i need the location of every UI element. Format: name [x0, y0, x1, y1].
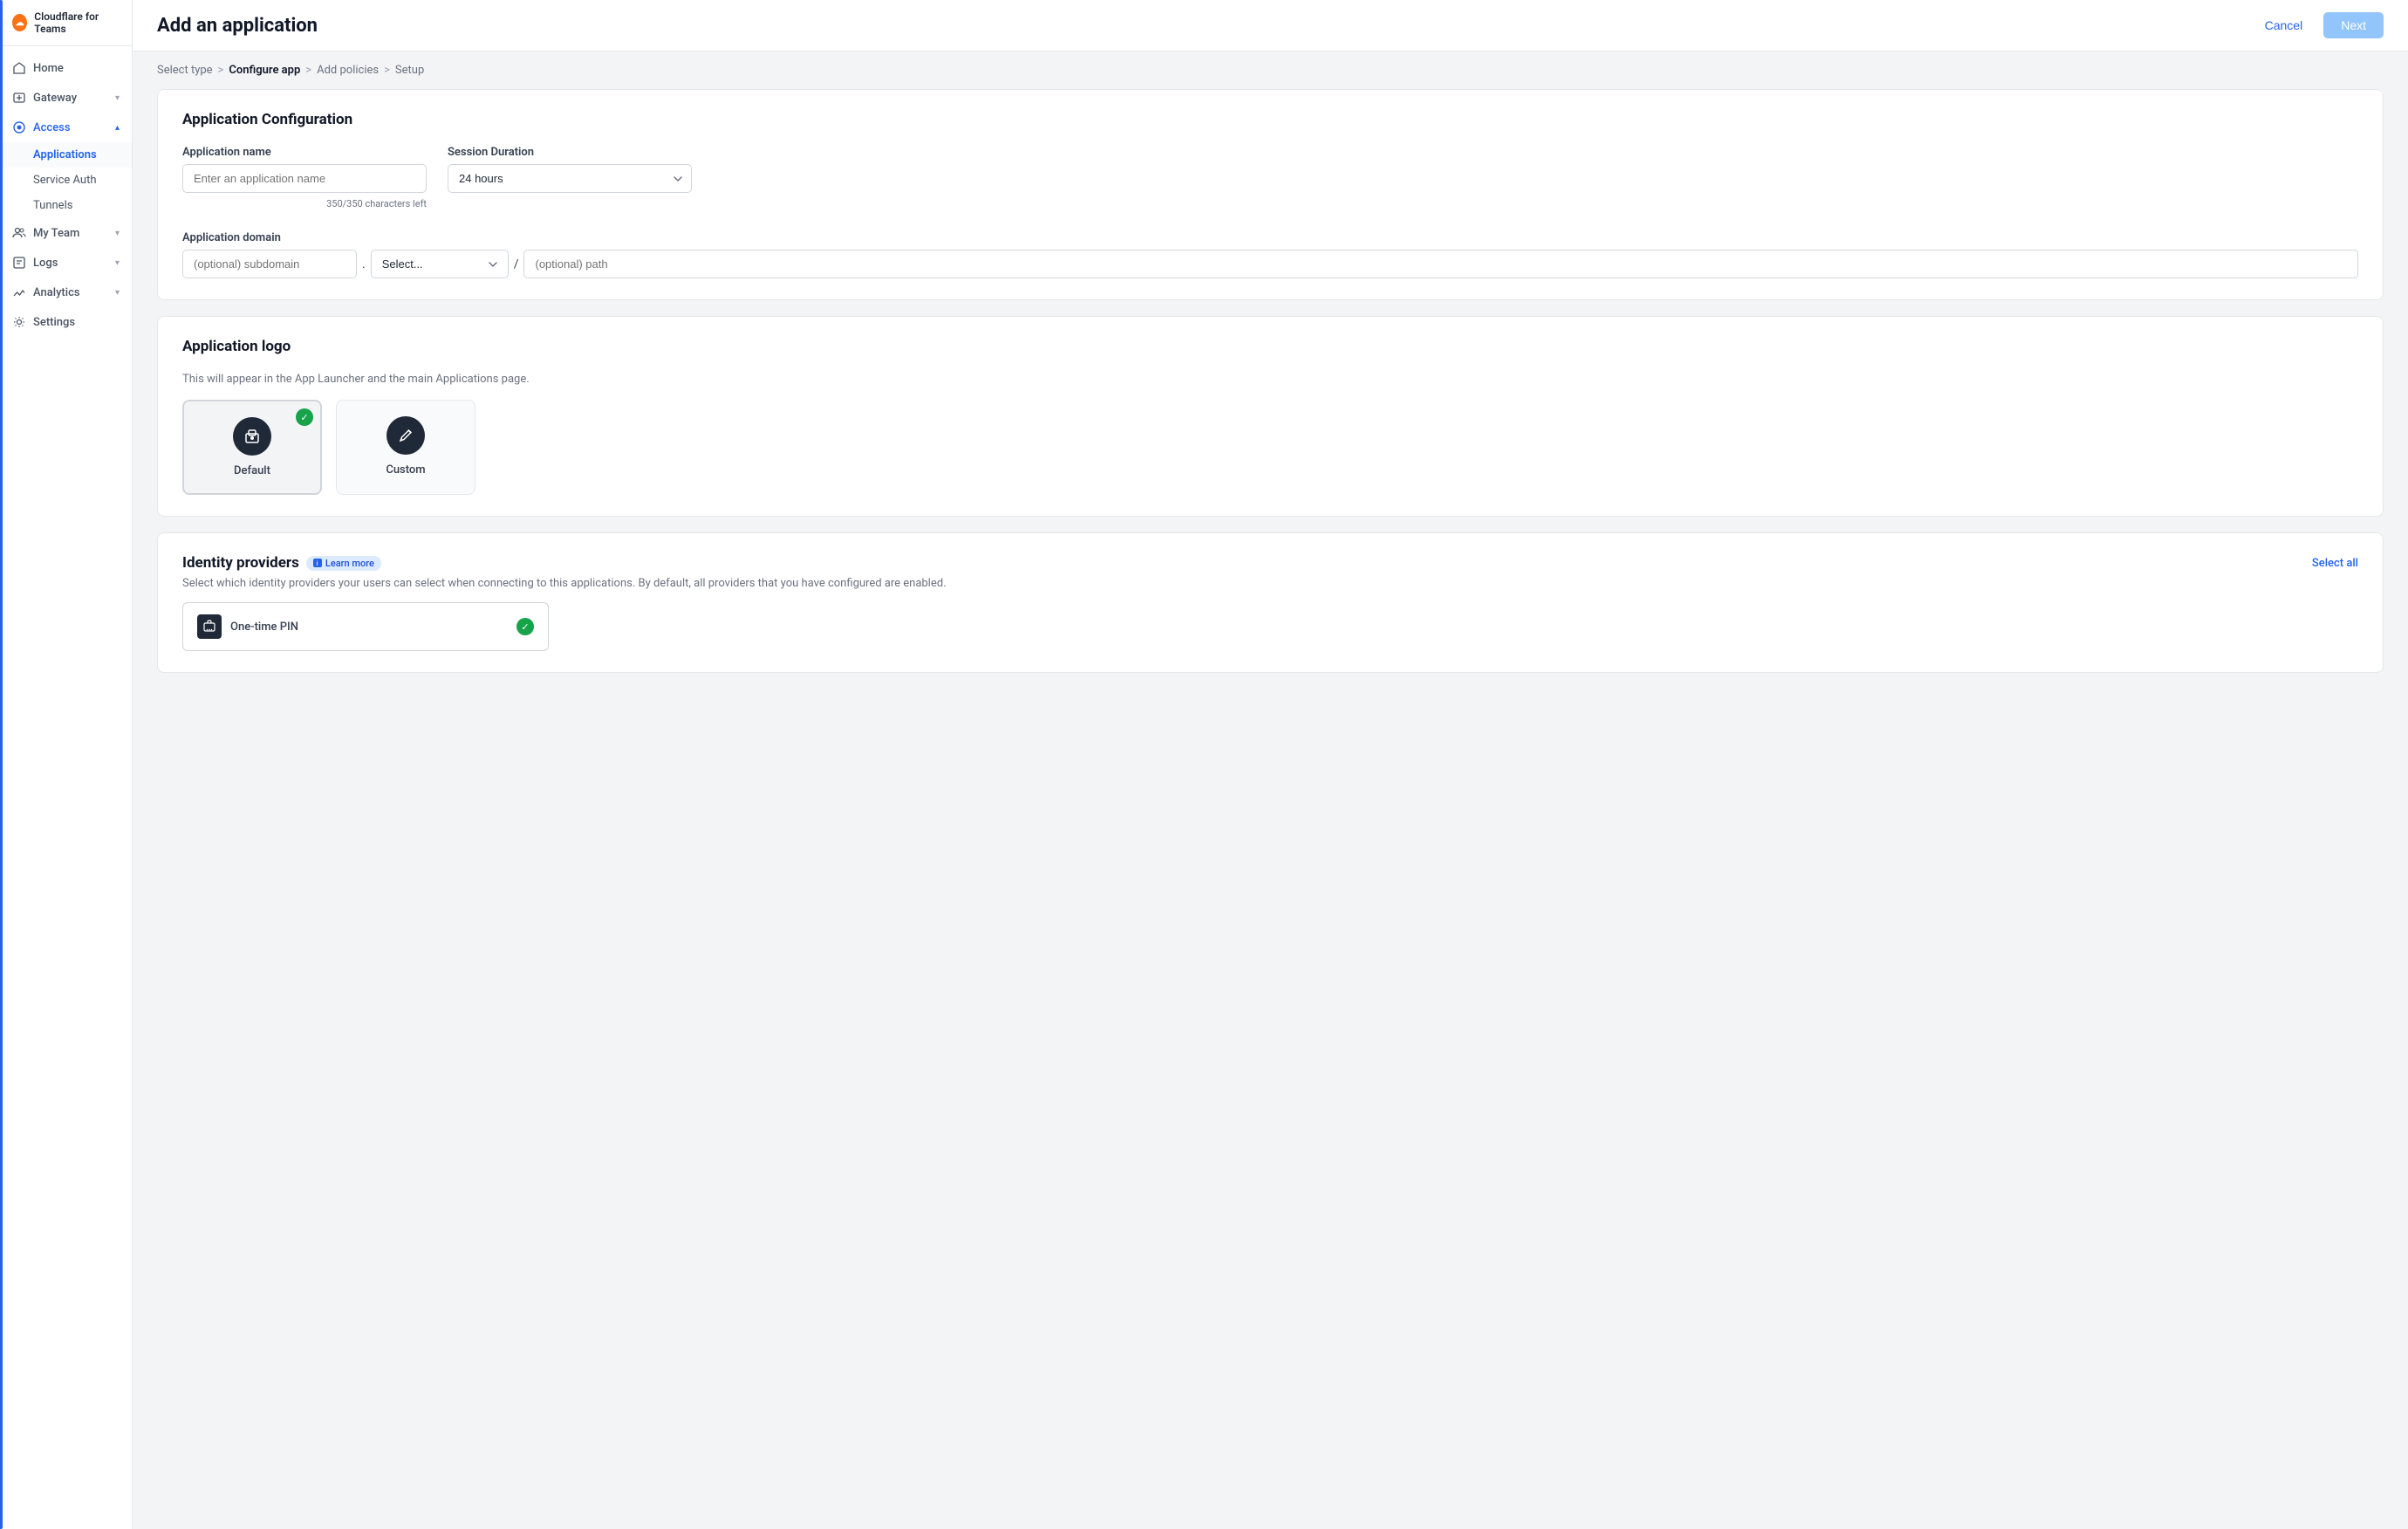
settings-icon	[12, 315, 26, 329]
custom-logo-label: Custom	[386, 463, 425, 477]
sidebar-subitem-service-auth-label: Service Auth	[33, 174, 97, 187]
logs-chevron-icon: ▾	[115, 258, 120, 268]
otp-provider-check: ✓	[516, 618, 534, 635]
breadcrumb-setup: Setup	[395, 64, 424, 77]
app-name-label: Application name	[182, 146, 427, 159]
logo-options: ✓ Default Custom	[182, 400, 2358, 495]
session-label: Session Duration	[448, 146, 692, 159]
char-count: 350/350 characters left	[182, 198, 427, 209]
logo-option-custom[interactable]: Custom	[336, 400, 475, 495]
domain-slash-sep: /	[512, 257, 521, 271]
sidebar-item-gateway[interactable]: Gateway ▾	[0, 83, 132, 113]
app-config-card: Application Configuration Application na…	[157, 89, 2384, 300]
gateway-icon	[12, 91, 26, 105]
sidebar-item-home-label: Home	[33, 62, 64, 75]
config-form-row: Application name 350/350 characters left…	[182, 146, 2358, 209]
sidebar-nav: Home Gateway ▾ Access ▴ Applications Ser…	[0, 46, 132, 344]
sidebar-item-access[interactable]: Access ▴	[0, 113, 132, 142]
domain-row: . Select... /	[182, 250, 2358, 278]
brand-name: Cloudflare for Teams	[34, 10, 120, 35]
domain-select[interactable]: Select...	[379, 250, 501, 278]
page-header: Add an application Cancel Next	[133, 0, 2408, 51]
sidebar-subitem-tunnels[interactable]: Tunnels	[0, 193, 132, 218]
breadcrumb-select-type: Select type	[157, 64, 213, 77]
breadcrumb-add-policies: Add policies	[317, 64, 379, 77]
subdomain-input[interactable]	[182, 250, 357, 278]
app-name-input[interactable]	[182, 164, 427, 193]
session-select[interactable]: 15 minutes 30 minutes 1 hour 6 hours 12 …	[448, 164, 692, 193]
domain-select-wrap: Select...	[371, 250, 509, 278]
sidebar-subitem-applications[interactable]: Applications	[0, 142, 132, 168]
identity-providers-card: Identity providers i Learn more Select a…	[157, 532, 2384, 673]
otp-provider-icon	[197, 614, 222, 639]
sidebar-item-settings[interactable]: Settings	[0, 307, 132, 337]
sidebar-item-access-label: Access	[33, 121, 71, 134]
sidebar-item-my-team[interactable]: My Team ▾	[0, 218, 132, 248]
sidebar-subitem-service-auth[interactable]: Service Auth	[0, 168, 132, 193]
default-check-badge: ✓	[296, 408, 313, 426]
access-chevron-icon: ▴	[115, 123, 120, 133]
analytics-chevron-icon: ▾	[115, 288, 120, 298]
otp-provider-name: One-time PIN	[230, 621, 298, 634]
domain-label: Application domain	[182, 231, 281, 244]
sidebar-item-home[interactable]: Home	[0, 53, 132, 83]
cancel-button[interactable]: Cancel	[2253, 12, 2316, 38]
analytics-icon	[12, 285, 26, 299]
identity-providers-title-row: Identity providers i Learn more	[182, 554, 381, 572]
identity-providers-title: Identity providers	[182, 554, 299, 572]
domain-dot-sep: .	[360, 257, 367, 271]
breadcrumb-sep-3: >	[384, 64, 390, 77]
sidebar-item-settings-label: Settings	[33, 316, 75, 329]
sidebar-item-gateway-label: Gateway	[33, 92, 77, 105]
main-content: Add an application Cancel Next Select ty…	[133, 0, 2408, 1529]
learn-more-label: Learn more	[325, 558, 374, 569]
brand: ☁ Cloudflare for Teams	[0, 0, 132, 46]
select-all-link[interactable]: Select all	[2312, 557, 2358, 570]
home-icon	[12, 61, 26, 75]
sidebar-item-logs[interactable]: Logs ▾	[0, 248, 132, 278]
identity-providers-header: Identity providers i Learn more Select a…	[182, 554, 2358, 572]
provider-description: Select which identity providers your use…	[182, 577, 2358, 590]
sidebar-subitem-tunnels-label: Tunnels	[33, 199, 72, 212]
session-group: Session Duration 15 minutes 30 minutes 1…	[448, 146, 692, 193]
svg-text:i: i	[316, 560, 318, 567]
logs-icon	[12, 256, 26, 270]
logo-description: This will appear in the App Launcher and…	[182, 373, 2358, 386]
default-logo-label: Default	[234, 464, 270, 477]
app-logo-card: Application logo This will appear in the…	[157, 316, 2384, 517]
sidebar-item-my-team-label: My Team	[33, 227, 79, 240]
content-area: Application Configuration Application na…	[133, 89, 2408, 697]
app-logo-title: Application logo	[182, 338, 2358, 355]
header-actions: Cancel Next	[2253, 12, 2384, 38]
default-logo-icon	[233, 417, 271, 456]
team-icon	[12, 226, 26, 240]
my-team-chevron-icon: ▾	[115, 229, 120, 238]
breadcrumb-sep-1: >	[218, 64, 224, 77]
page-title: Add an application	[157, 15, 318, 37]
next-button[interactable]: Next	[2323, 12, 2384, 38]
access-icon	[12, 120, 26, 134]
logo-option-default[interactable]: ✓ Default	[182, 400, 322, 495]
sidebar-item-analytics[interactable]: Analytics ▾	[0, 278, 132, 307]
provider-left: One-time PIN	[197, 614, 298, 639]
app-name-group: Application name 350/350 characters left	[182, 146, 427, 209]
custom-logo-icon	[387, 416, 425, 455]
breadcrumb-configure-app: Configure app	[229, 64, 300, 77]
app-config-title: Application Configuration	[182, 111, 2358, 128]
learn-more-badge[interactable]: i Learn more	[306, 556, 381, 571]
breadcrumb-sep-2: >	[305, 64, 311, 77]
gateway-chevron-icon: ▾	[115, 93, 120, 103]
provider-item-otp[interactable]: One-time PIN ✓	[182, 602, 549, 651]
sidebar: ☁ Cloudflare for Teams Home Gateway ▾ Ac…	[0, 0, 133, 1529]
domain-section: Application domain . Select... /	[182, 230, 2358, 278]
breadcrumb: Select type > Configure app > Add polici…	[133, 51, 2408, 89]
sidebar-item-logs-label: Logs	[33, 257, 58, 270]
path-input[interactable]	[523, 250, 2358, 278]
sidebar-item-analytics-label: Analytics	[33, 286, 80, 299]
brand-icon: ☁	[12, 14, 27, 31]
sidebar-subitem-applications-label: Applications	[33, 148, 97, 161]
